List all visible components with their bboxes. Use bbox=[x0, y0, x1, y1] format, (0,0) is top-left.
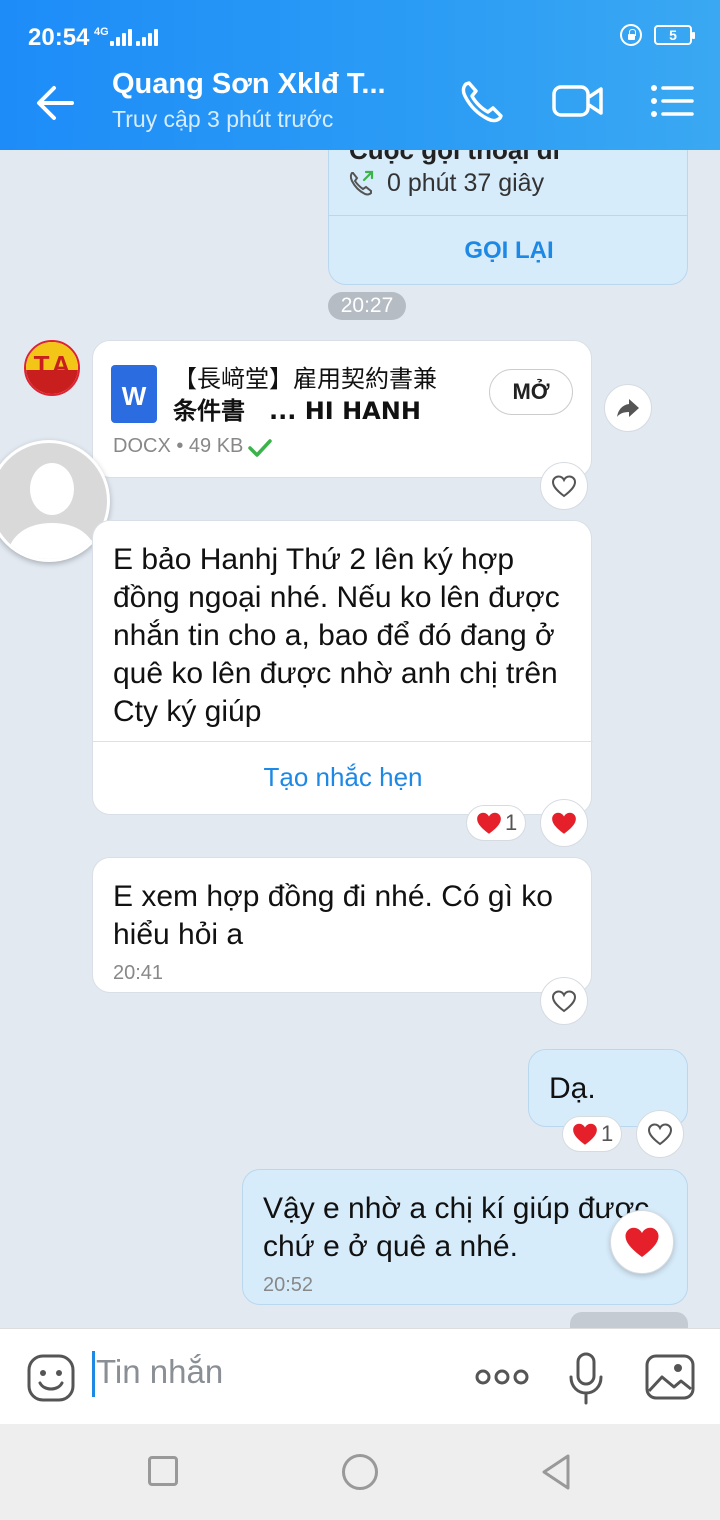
sticker-button[interactable] bbox=[26, 1353, 76, 1403]
message-bubble[interactable]: E xem hợp đồng đi nhé. Có gì ko hiểu hỏi… bbox=[92, 857, 592, 993]
system-back-button[interactable] bbox=[538, 1452, 574, 1492]
heart-icon bbox=[552, 812, 576, 834]
create-reminder-button[interactable]: Tạo nhắc hẹn bbox=[93, 742, 593, 814]
message-composer: Tin nhắn bbox=[0, 1328, 720, 1424]
voice-call-button[interactable] bbox=[458, 78, 508, 124]
chat-title[interactable]: Quang Sơn Xklđ T... bbox=[112, 68, 386, 101]
app-header: 20:54 4G 5 Quang Sơn Xklđ T... Truy cập … bbox=[0, 0, 720, 150]
menu-list-icon bbox=[651, 85, 694, 117]
time-divider: 20:27 bbox=[328, 292, 406, 320]
network-type: 4G bbox=[94, 26, 109, 38]
word-file-icon: W bbox=[111, 365, 157, 423]
heart-outline-icon bbox=[647, 1123, 673, 1146]
phone-icon bbox=[461, 81, 503, 123]
sender-avatar[interactable]: TA bbox=[24, 340, 80, 396]
file-meta: DOCX • 49 KB bbox=[113, 435, 244, 457]
signal-icon bbox=[110, 28, 132, 46]
message-text: Dạ. bbox=[549, 1072, 596, 1105]
check-icon bbox=[248, 439, 272, 457]
voice-message-button[interactable] bbox=[566, 1351, 606, 1407]
back-triangle-icon bbox=[542, 1454, 570, 1490]
video-camera-icon bbox=[552, 85, 603, 117]
file-message[interactable]: W 【長﨑堂】雇用契約書兼 条件書 ... HI HANH DOCX • 49 … bbox=[92, 340, 592, 478]
outgoing-call-icon bbox=[349, 170, 374, 196]
image-icon bbox=[645, 1354, 695, 1400]
back-arrow-icon bbox=[37, 86, 74, 120]
message-bubble[interactable]: E bảo Hanhj Thứ 2 lên ký hợp đồng ngoại … bbox=[92, 520, 593, 815]
recent-apps-button[interactable] bbox=[148, 1456, 178, 1486]
more-dots-icon bbox=[475, 1369, 529, 1385]
more-options-button[interactable] bbox=[474, 1365, 530, 1389]
react-button[interactable] bbox=[636, 1110, 684, 1158]
reaction-count-number: 1 bbox=[601, 1121, 614, 1146]
status-bar: 20:54 4G 5 bbox=[0, 0, 720, 52]
system-nav-bar bbox=[0, 1424, 720, 1520]
call-duration: 0 phút 37 giây bbox=[387, 169, 545, 197]
signal-icon bbox=[136, 28, 158, 46]
react-button[interactable] bbox=[610, 1210, 674, 1274]
file-name-line2: 条件書 ... HI HANH bbox=[173, 397, 421, 425]
file-name: 【長﨑堂】雇用契約書兼 条件書 ... HI HANH bbox=[173, 363, 437, 427]
reaction-count[interactable]: 1 bbox=[562, 1116, 623, 1152]
forward-button[interactable] bbox=[604, 384, 652, 432]
share-arrow-icon bbox=[617, 399, 639, 417]
react-button[interactable] bbox=[540, 799, 588, 847]
message-time: 20:52 bbox=[263, 1274, 314, 1296]
react-button[interactable] bbox=[540, 977, 588, 1025]
heart-icon bbox=[625, 1227, 659, 1257]
reaction-count-number: 1 bbox=[505, 810, 518, 835]
message-time: 20:41 bbox=[113, 962, 164, 984]
heart-icon bbox=[477, 812, 501, 834]
emoji-icon bbox=[27, 1354, 75, 1402]
text-caret bbox=[92, 1351, 95, 1397]
microphone-icon bbox=[569, 1352, 603, 1405]
reaction-count[interactable]: 1 bbox=[466, 805, 527, 841]
avatar-initials: TA bbox=[33, 350, 75, 380]
message-text: E xem hợp đồng đi nhé. Có gì ko hiểu hỏi… bbox=[113, 880, 553, 951]
video-call-button[interactable] bbox=[552, 78, 603, 124]
home-button[interactable] bbox=[342, 1454, 378, 1490]
heart-outline-icon bbox=[551, 475, 577, 498]
message-input[interactable]: Tin nhắn bbox=[96, 1353, 223, 1391]
rotation-lock-icon bbox=[620, 24, 642, 46]
file-name-line1: 【長﨑堂】雇用契約書兼 bbox=[173, 365, 437, 393]
react-button[interactable] bbox=[540, 462, 588, 510]
call-back-button[interactable]: GỌI LẠI bbox=[329, 216, 687, 284]
heart-icon bbox=[573, 1123, 597, 1145]
status-time: 20:54 bbox=[28, 24, 90, 51]
last-seen: Truy cập 3 phút trước bbox=[112, 106, 334, 132]
message-text: E bảo Hanhj Thứ 2 lên ký hợp đồng ngoại … bbox=[113, 543, 560, 728]
battery-icon: 5 bbox=[654, 25, 695, 45]
heart-outline-icon bbox=[551, 990, 577, 1013]
open-file-button[interactable]: MỞ bbox=[489, 369, 573, 415]
chat-options-button[interactable] bbox=[648, 78, 698, 124]
send-image-button[interactable] bbox=[644, 1353, 696, 1401]
back-button[interactable] bbox=[30, 80, 80, 126]
